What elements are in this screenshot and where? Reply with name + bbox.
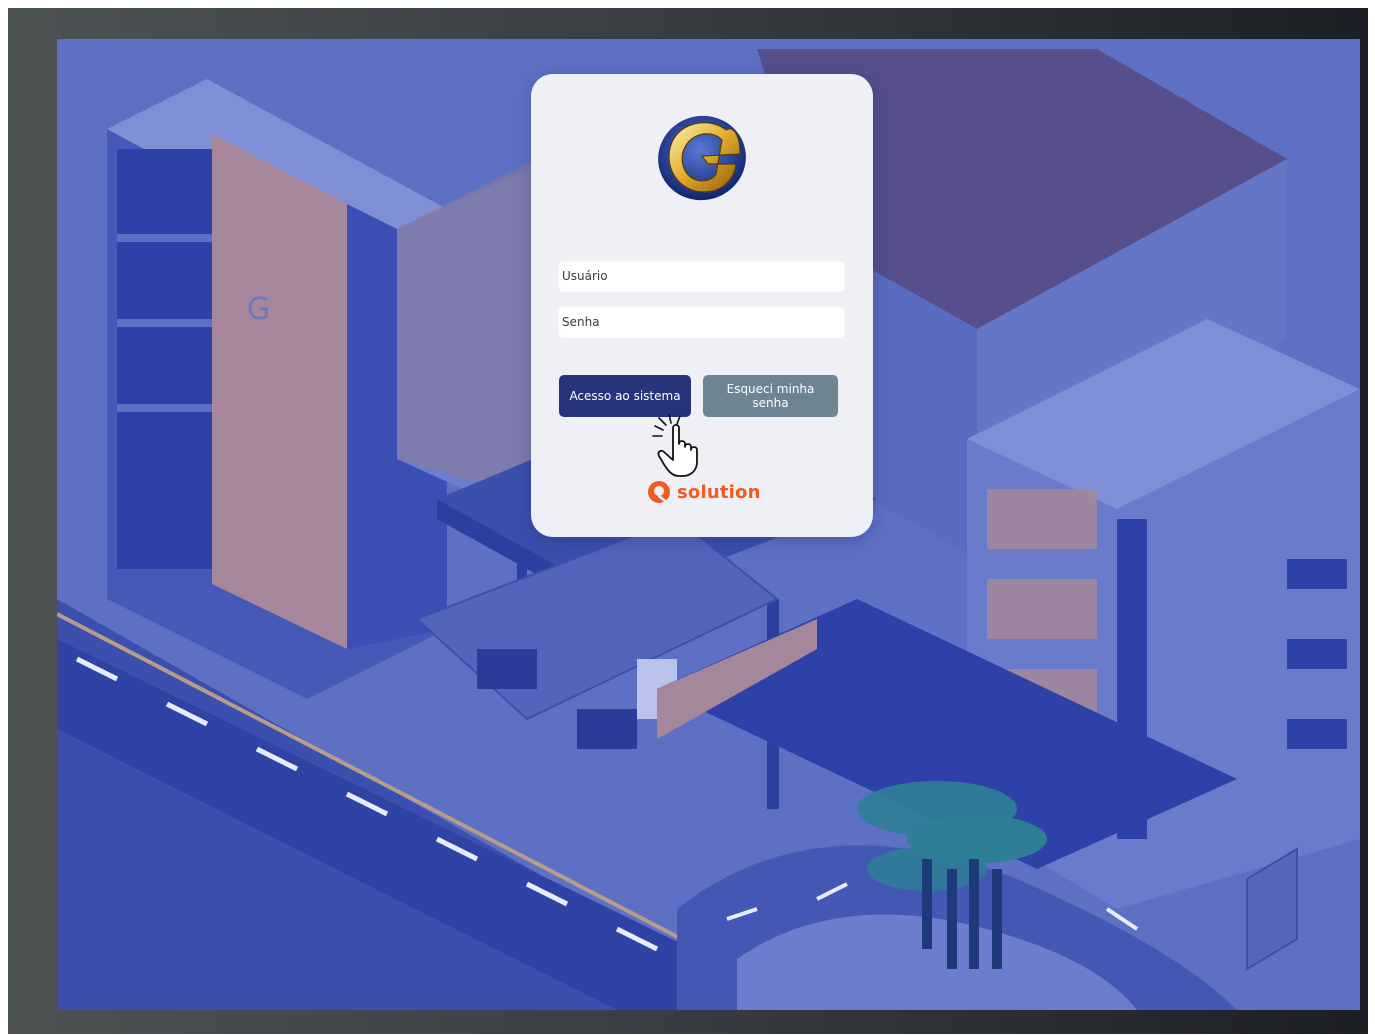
company-g-logo-icon [652,108,752,204]
solution-logo-icon [648,481,670,503]
brand-text: solution [677,481,761,503]
forgot-password-button[interactable]: Esqueci minha senha [703,375,838,417]
solution-brand: solution [647,477,761,507]
password-field[interactable] [558,306,845,338]
username-input[interactable] [558,269,845,283]
hand-pointer-icon [649,413,719,478]
login-card: Acesso ao sistema Esqueci minha senha so… [531,74,873,537]
svg-text:G: G [247,292,270,327]
password-input[interactable] [558,315,845,329]
username-field[interactable] [558,260,845,292]
access-system-button[interactable]: Acesso ao sistema [559,375,691,417]
